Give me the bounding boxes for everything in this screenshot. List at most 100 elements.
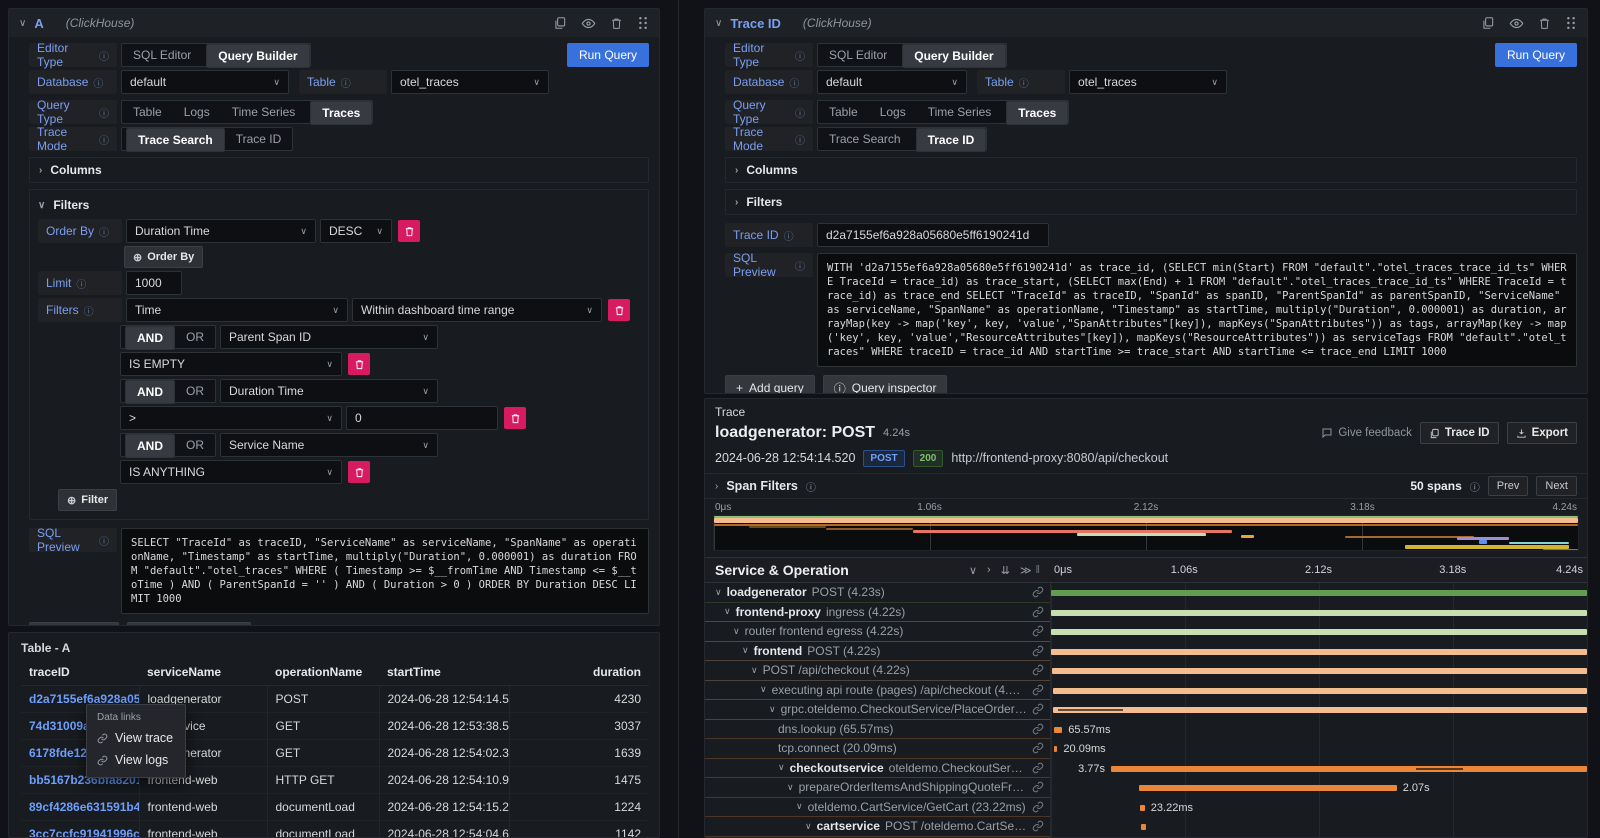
chevron-down-icon[interactable]: ∨ (760, 684, 767, 695)
filter-field-select[interactable]: Service Name∨ (220, 433, 438, 457)
span-row[interactable]: ∨oteldemo.CartService/GetCart (23.22ms)2… (705, 798, 1587, 818)
chevron-right-icon[interactable]: › (715, 481, 718, 492)
info-icon[interactable]: ⓘ (99, 48, 109, 63)
chevron-down-icon[interactable]: ∨ (733, 626, 740, 637)
column-header-traceid[interactable]: traceID (21, 661, 139, 686)
info-icon[interactable]: ⓘ (99, 132, 109, 147)
expand-all-icon[interactable]: ≫ (1020, 564, 1032, 577)
and-option[interactable]: AND (125, 326, 175, 350)
table-panel-title[interactable]: Table - A (9, 633, 659, 661)
link-icon[interactable] (1032, 781, 1044, 793)
link-icon[interactable] (1032, 586, 1044, 598)
delete-filter-button[interactable] (608, 299, 630, 321)
span-filters-label[interactable]: Span Filters (726, 479, 798, 493)
order-by-field-select[interactable]: Duration Time∨ (126, 219, 316, 243)
run-query-button[interactable]: Run Query (567, 43, 649, 67)
span-bar[interactable] (1140, 805, 1145, 811)
span-row[interactable]: ∨prepareOrderItemsAndShippingQuoteFromCa… (705, 778, 1587, 798)
query-builder-option[interactable]: Query Builder (902, 44, 1005, 68)
chevron-down-icon[interactable]: ∨ (742, 645, 749, 656)
trace-id-link[interactable]: 3cc7ccfc91941996c... (21, 821, 139, 838)
chevron-down-icon[interactable]: ∨ (787, 782, 794, 793)
span-bar[interactable] (1141, 824, 1146, 830)
span-bar[interactable] (1053, 688, 1587, 694)
column-header-starttime[interactable]: startTime (379, 661, 509, 686)
collapse-one-icon[interactable]: ∨ (969, 564, 977, 577)
delete-filter-button[interactable] (348, 461, 370, 483)
duplicate-icon[interactable] (553, 16, 567, 30)
trash-icon[interactable] (1538, 17, 1551, 30)
span-bar[interactable] (1139, 785, 1396, 791)
span-name-cell[interactable]: ∨frontend-proxyingress (4.22s) (705, 603, 1050, 623)
span-timeline-cell[interactable] (1050, 622, 1587, 642)
query-builder-option[interactable]: Query Builder (206, 44, 309, 68)
filter-field-select[interactable]: Time∨ (126, 298, 348, 322)
filter-op-select[interactable]: >∨ (120, 406, 342, 430)
info-icon[interactable]: ⓘ (1470, 479, 1480, 494)
span-timeline-cell[interactable] (1050, 603, 1587, 623)
trace-mode-id[interactable]: Trace ID (225, 128, 293, 150)
sql-editor-option[interactable]: SQL Editor (122, 44, 202, 66)
drag-handle-icon[interactable] (637, 16, 649, 30)
span-bar[interactable] (1054, 727, 1063, 733)
eye-icon[interactable] (581, 16, 596, 31)
table-select[interactable]: otel_traces∨ (391, 70, 549, 94)
span-name-cell[interactable]: ∨router frontend egress (4.22s) (705, 622, 1050, 642)
link-icon[interactable] (1032, 742, 1044, 754)
span-bar[interactable] (1051, 649, 1587, 655)
span-name-cell[interactable]: dns.lookup (65.57ms) (705, 720, 1050, 740)
filter-op-select[interactable]: IS EMPTY∨ (120, 352, 342, 376)
or-option[interactable]: OR (175, 326, 215, 348)
link-icon[interactable] (1032, 762, 1044, 774)
or-option[interactable]: OR (175, 434, 215, 456)
collapse-chevron-icon[interactable]: ∨ (715, 18, 722, 29)
eye-icon[interactable] (1509, 16, 1524, 31)
info-icon[interactable]: ⓘ (789, 75, 799, 90)
collapse-chevron-icon[interactable]: ∨ (19, 18, 26, 29)
filters-collapse[interactable]: ∨ Filters (38, 196, 640, 214)
filter-field-select[interactable]: Parent Span ID∨ (220, 325, 438, 349)
trace-mode-search[interactable]: Trace Search (126, 128, 225, 152)
span-row[interactable]: ∨router frontend egress (4.22s) (705, 622, 1587, 642)
link-icon[interactable] (1032, 703, 1044, 715)
export-button[interactable]: Export (1507, 422, 1577, 444)
chevron-down-icon[interactable]: ∨ (805, 821, 812, 832)
span-name-cell[interactable]: ∨POST /api/checkout (4.22s) (705, 661, 1050, 681)
span-timeline-cell[interactable] (1050, 583, 1587, 603)
give-feedback-link[interactable]: Give feedback (1321, 427, 1412, 439)
sql-editor-option[interactable]: SQL Editor (818, 44, 898, 66)
trace-minimap[interactable]: 0μs 1.06s 2.12s 3.18s 4.24s (713, 501, 1579, 551)
query-inspector-button[interactable]: ⓘQuery inspector (823, 375, 948, 394)
span-timeline-cell[interactable] (1050, 681, 1587, 701)
chevron-down-icon[interactable]: ∨ (796, 801, 803, 812)
trace-panel-title[interactable]: Trace (705, 399, 1587, 419)
expand-one-icon[interactable]: › (987, 564, 991, 577)
filter-value-select[interactable]: Within dashboard time range∨ (352, 298, 602, 322)
prev-button[interactable]: Prev (1488, 476, 1529, 496)
link-icon[interactable] (1032, 606, 1044, 618)
query-type-timeseries[interactable]: Time Series (221, 101, 307, 123)
query-panel-a-header[interactable]: ∨ A (ClickHouse) (9, 9, 659, 37)
query-type-traces[interactable]: Traces (1006, 101, 1068, 125)
chevron-down-icon[interactable]: ∨ (715, 587, 722, 598)
span-bar[interactable] (1054, 746, 1058, 752)
link-icon[interactable] (1032, 645, 1044, 657)
span-timeline-cell[interactable]: 65.57ms (1050, 720, 1587, 740)
collapse-all-icon[interactable]: ⇊ (1001, 564, 1010, 577)
trash-icon[interactable] (610, 17, 623, 30)
span-row[interactable]: ∨POST /api/checkout (4.22s) (705, 661, 1587, 681)
span-name-cell[interactable]: ∨executing api route (pages) /api/checko… (705, 681, 1050, 701)
span-row[interactable]: ∨checkoutserviceoteldemo.CheckoutService… (705, 759, 1587, 779)
info-icon[interactable]: ⓘ (795, 132, 805, 147)
query-ref-id[interactable]: Trace ID (730, 16, 781, 31)
run-query-button[interactable]: Run Query (1495, 43, 1577, 67)
span-timeline-cell[interactable] (1050, 661, 1587, 681)
columns-collapse[interactable]: › Columns (725, 157, 1577, 183)
table-select[interactable]: otel_traces∨ (1069, 70, 1227, 94)
span-bar[interactable] (1052, 668, 1587, 674)
delete-order-by-button[interactable] (398, 220, 420, 242)
span-timeline-cell[interactable]: 20.09ms (1050, 739, 1587, 759)
and-option[interactable]: AND (125, 380, 175, 404)
info-icon[interactable]: ⓘ (99, 533, 109, 548)
info-icon[interactable]: ⓘ (84, 303, 94, 318)
